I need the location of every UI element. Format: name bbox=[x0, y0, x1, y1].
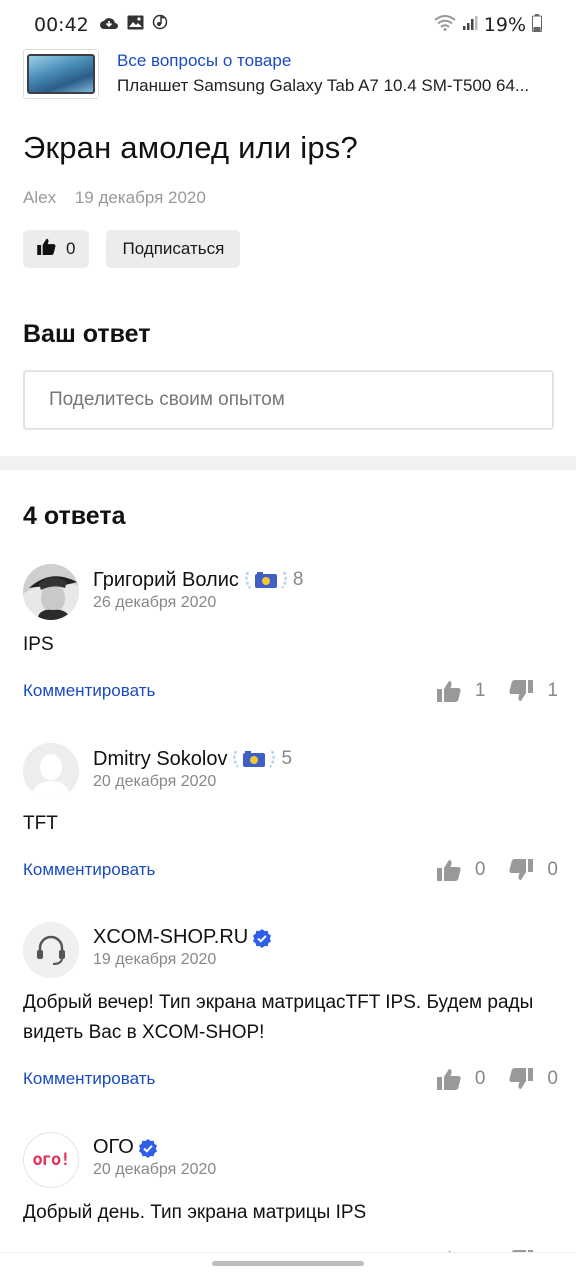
thumbs-up-icon bbox=[37, 238, 56, 260]
question-like-count: 0 bbox=[66, 239, 76, 258]
cloud-icon bbox=[99, 14, 119, 36]
avatar[interactable] bbox=[23, 922, 79, 978]
status-time: 00:42 bbox=[34, 14, 89, 36]
answer-item: ого! ОГО 20 декабря 2020 Добрый день. Ти… bbox=[23, 1132, 558, 1272]
answer-text: Добрый день. Тип экрана матрицы IPS bbox=[23, 1202, 367, 1223]
answer-author[interactable]: ОГО bbox=[93, 1136, 134, 1159]
answer-input[interactable]: Поделитесь своим опытом bbox=[23, 370, 554, 430]
status-bar: 00:42 19% bbox=[0, 0, 576, 50]
thumbs-up-icon bbox=[436, 1069, 461, 1090]
question-actions: 0 Подписаться bbox=[23, 230, 241, 268]
avatar[interactable] bbox=[23, 743, 79, 799]
like-button[interactable]: 0 bbox=[436, 1068, 486, 1090]
answer-date: 26 декабря 2020 bbox=[93, 594, 217, 611]
thumbs-down-icon bbox=[509, 859, 534, 880]
your-answer-heading: Ваш ответ bbox=[23, 320, 151, 348]
answer-author[interactable]: Dmitry Sokolov bbox=[93, 748, 227, 771]
subscribe-button[interactable]: Подписаться bbox=[106, 230, 241, 268]
question-author[interactable]: Alex bbox=[23, 188, 56, 207]
like-count: 0 bbox=[474, 859, 486, 880]
answer-item: Dmitry Sokolov 5 20 декабря 2020 TFT Ком… bbox=[23, 743, 558, 881]
answer-date: 19 декабря 2020 bbox=[93, 951, 217, 968]
answers-count-heading: 4 ответа bbox=[23, 502, 126, 530]
answer-date: 20 декабря 2020 bbox=[93, 1161, 217, 1178]
thumbs-up-icon bbox=[436, 860, 461, 881]
verified-icon bbox=[252, 928, 272, 948]
dislike-button[interactable]: 0 bbox=[509, 859, 558, 881]
thumbs-down-icon bbox=[509, 680, 534, 701]
expert-badge-icon bbox=[243, 568, 289, 592]
answer-text: Добрый вечер! Тип экрана матрицасTFT IPS… bbox=[23, 992, 534, 1043]
like-count: 1 bbox=[474, 680, 486, 701]
question-title: Экран амолед или ips? bbox=[23, 130, 358, 165]
section-divider bbox=[0, 456, 576, 470]
status-icons-right: 19% bbox=[434, 13, 542, 37]
question-meta: Alex 19 декабря 2020 bbox=[23, 188, 206, 208]
avatar[interactable]: ого! bbox=[23, 1132, 79, 1188]
answer-rank: 8 bbox=[292, 569, 304, 590]
comment-link[interactable]: Комментировать bbox=[23, 681, 155, 701]
dislike-count: 0 bbox=[547, 1068, 558, 1089]
dislike-count: 0 bbox=[547, 859, 558, 880]
answer-item: Григорий Волис 8 26 декабря 2020 IPS Ком… bbox=[23, 564, 558, 702]
verified-icon bbox=[138, 1138, 158, 1158]
image-icon bbox=[127, 14, 144, 36]
product-thumbnail[interactable] bbox=[23, 49, 99, 99]
all-questions-link[interactable]: Все вопросы о товаре bbox=[117, 49, 557, 73]
answer-author[interactable]: XCOM-SHOP.RU bbox=[93, 926, 248, 949]
question-date: 19 декабря 2020 bbox=[74, 188, 206, 207]
answer-rank: 5 bbox=[281, 748, 293, 769]
signal-icon bbox=[462, 14, 478, 36]
dislike-button[interactable]: 1 bbox=[509, 680, 558, 702]
answer-item: XCOM-SHOP.RU 19 декабря 2020 Добрый вече… bbox=[23, 922, 558, 1090]
navigation-bar bbox=[0, 1252, 576, 1280]
comment-link[interactable]: Комментировать bbox=[23, 1069, 155, 1089]
home-indicator[interactable] bbox=[212, 1261, 364, 1266]
status-icons-left bbox=[99, 14, 168, 36]
like-button[interactable]: 1 bbox=[436, 680, 486, 702]
product-header[interactable]: Все вопросы о товаре Планшет Samsung Gal… bbox=[23, 48, 558, 100]
product-name[interactable]: Планшет Samsung Galaxy Tab A7 10.4 SM-T5… bbox=[117, 73, 557, 99]
answer-text: TFT bbox=[23, 813, 58, 834]
dislike-button[interactable]: 0 bbox=[509, 1068, 558, 1090]
answer-author[interactable]: Григорий Волис bbox=[93, 569, 239, 592]
thumbs-up-icon bbox=[436, 681, 461, 702]
avatar-logo-text: ого! bbox=[32, 1150, 71, 1170]
answer-date: 20 декабря 2020 bbox=[93, 773, 217, 790]
battery-icon bbox=[532, 13, 542, 37]
like-count: 0 bbox=[474, 1068, 486, 1089]
tablet-image bbox=[27, 54, 95, 94]
like-button[interactable]: 0 bbox=[436, 859, 486, 881]
wifi-icon bbox=[434, 14, 456, 36]
avatar[interactable] bbox=[23, 564, 79, 620]
music-icon bbox=[152, 14, 168, 36]
answer-text: IPS bbox=[23, 634, 54, 655]
headset-icon bbox=[23, 922, 79, 978]
comment-link[interactable]: Комментировать bbox=[23, 860, 155, 880]
expert-badge-icon bbox=[231, 747, 277, 771]
battery-percent: 19% bbox=[483, 14, 526, 36]
thumbs-down-icon bbox=[509, 1068, 534, 1089]
question-like-button[interactable]: 0 bbox=[23, 230, 90, 268]
dislike-count: 1 bbox=[547, 680, 558, 701]
